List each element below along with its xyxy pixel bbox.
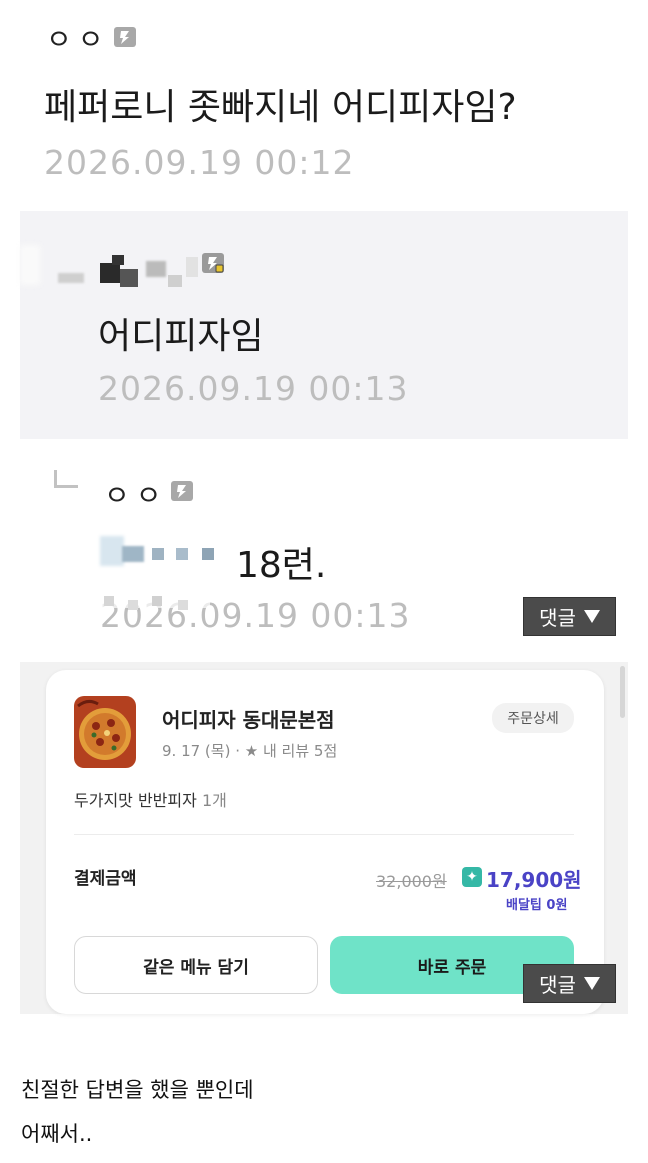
comment-button[interactable]: 댓글 [523,964,616,1003]
reply-timestamp: 2026.09.19 00:13 [98,369,409,408]
item-quantity: 1개 [201,791,227,810]
order-card: 어디피자 동대문본점 9. 17 (목) · ★ 내 리뷰 5점 주문상세 두가… [46,670,604,1014]
pizza-thumbnail [74,696,136,768]
reply-nickname[interactable]: ㅇㅇ [104,474,168,514]
user-badge-icon [202,253,224,273]
order-card-screenshot: 어디피자 동대문본점 9. 17 (목) · ★ 내 리뷰 5점 주문상세 두가… [20,662,628,1014]
caption-line-2: 어째서.. [21,1122,93,1146]
payment-label: 결제금액 [74,869,137,889]
add-same-menu-button[interactable]: 같은 메뉴 담기 [74,936,318,994]
triangle-down-icon [583,977,600,990]
reply-highlighted: 어디피자임 2026.09.19 00:13 [20,211,628,439]
item-name: 두가지맛 반반피자 [74,791,197,810]
order-detail-button[interactable]: 주문상세 [492,703,574,733]
order-meta: 9. 17 (목) · ★ 내 리뷰 5점 [162,742,338,760]
reply-text: 어디피자임 [98,316,264,357]
delivery-tip: 배달팁 0원 [506,898,568,913]
user-badge-icon [114,27,136,47]
comment-button[interactable]: 댓글 [523,597,616,636]
reply-arrow-icon [54,470,78,488]
comment-nickname[interactable]: ㅇㅇ [46,18,110,58]
comment-timestamp: 2026.09.19 00:12 [44,143,355,182]
scrollbar[interactable] [620,666,625,718]
comment-button-label: 댓글 [539,973,576,997]
original-price: 32,000원 [376,872,447,891]
triangle-down-icon [583,610,600,623]
comment-text: 페퍼로니 좃빠지네 어디피자임? [44,87,517,128]
blurred-mention [100,530,230,570]
order-item: 두가지맛 반반피자 1개 [74,787,227,811]
store-name[interactable]: 어디피자 동대문본점 [162,704,335,733]
reply-text: 18련. [236,545,327,586]
blurred-nickname [20,231,200,291]
sparkle-icon: ✦ [462,867,482,887]
final-price: 17,900원 [486,868,582,892]
divider [74,834,574,835]
comment-button-label: 댓글 [539,606,576,630]
user-badge-icon [171,481,193,501]
caption-line-1: 친절한 답변을 했을 뿐인데 [21,1078,254,1102]
